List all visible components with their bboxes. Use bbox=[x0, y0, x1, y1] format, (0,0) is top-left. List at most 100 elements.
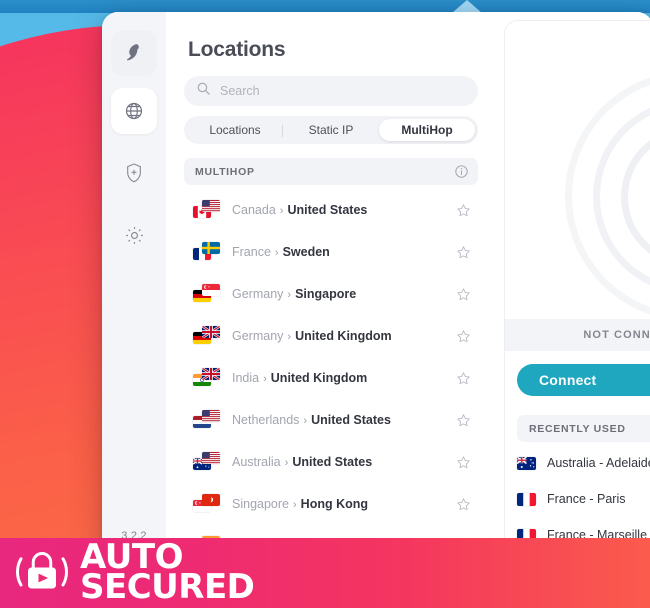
star-outline-icon[interactable] bbox=[456, 413, 471, 428]
route-label: Singapore › India bbox=[232, 539, 330, 553]
multihop-row[interactable]: Singapore › Hong Kong bbox=[184, 483, 478, 525]
recently-used-label: RECENTLY USED bbox=[529, 422, 626, 435]
flag-destination-united-kingdom bbox=[202, 326, 220, 338]
recently-used-list: Australia - Adelaide France - Paris France… bbox=[517, 445, 650, 549]
multihop-row[interactable]: France › Sweden bbox=[184, 231, 478, 273]
globe-icon bbox=[124, 101, 144, 121]
status-badge: NOT CONNECTED bbox=[583, 329, 650, 341]
route-source: Australia bbox=[232, 455, 281, 469]
route-destination: United States bbox=[287, 203, 368, 217]
recently-used-item-label: France - Marseille bbox=[547, 528, 648, 542]
locations-tabs: Locations Static IP MultiHop bbox=[184, 116, 478, 144]
route-source: India bbox=[232, 371, 260, 385]
flag-pair bbox=[193, 536, 223, 556]
route-destination: United States bbox=[311, 413, 391, 427]
chevron-right-icon: › bbox=[279, 205, 284, 217]
app-version: 3.2.2 bbox=[121, 530, 147, 542]
recently-used-item[interactable]: France - Paris bbox=[517, 481, 650, 517]
sidebar-item-app-logo[interactable] bbox=[111, 30, 157, 76]
chevron-right-icon: › bbox=[287, 289, 292, 301]
multihop-row[interactable]: Australia › United States bbox=[184, 441, 478, 483]
tab-multihop[interactable]: MultiHop bbox=[379, 119, 475, 141]
shield-plus-icon bbox=[124, 162, 144, 184]
surfshark-app-window: 3.2.2 Locations Locations Static IP Mult… bbox=[102, 12, 650, 558]
route-label: Singapore › Hong Kong bbox=[232, 497, 368, 511]
route-source: Singapore bbox=[232, 497, 289, 511]
route-destination: Singapore bbox=[295, 287, 357, 301]
route-label: Canada › United States bbox=[232, 203, 367, 217]
chevron-right-icon: › bbox=[274, 247, 279, 259]
route-destination: Sweden bbox=[282, 245, 330, 259]
chevron-right-icon: › bbox=[287, 331, 292, 343]
chevron-right-icon: › bbox=[303, 415, 308, 427]
chevron-right-icon: › bbox=[284, 457, 289, 469]
flag-destination-united-states bbox=[202, 200, 220, 212]
route-label: India › United Kingdom bbox=[232, 371, 367, 385]
star-outline-icon[interactable] bbox=[456, 539, 471, 554]
recently-used-item[interactable]: Australia - Adelaide bbox=[517, 445, 650, 481]
flag-destination-india bbox=[202, 536, 220, 548]
star-outline-icon[interactable] bbox=[456, 371, 471, 386]
surfshark-logo-icon bbox=[123, 42, 145, 64]
connection-hero-graphic bbox=[505, 21, 650, 321]
flag-pair bbox=[193, 284, 223, 304]
tab-locations[interactable]: Locations bbox=[187, 119, 283, 141]
recently-used-item[interactable]: France - Marseille bbox=[517, 517, 650, 549]
search-bar[interactable] bbox=[184, 76, 478, 106]
route-label: Netherlands › United States bbox=[232, 413, 391, 427]
route-label: Germany › United Kingdom bbox=[232, 329, 392, 343]
multihop-row[interactable]: Germany › United Kingdom bbox=[184, 315, 478, 357]
star-outline-icon[interactable] bbox=[456, 245, 471, 260]
flag-destination-united-kingdom bbox=[202, 368, 220, 380]
flag-destination-united-states bbox=[202, 410, 220, 422]
route-label: Australia › United States bbox=[232, 455, 372, 469]
star-outline-icon[interactable] bbox=[456, 287, 471, 302]
flag-au-icon bbox=[517, 456, 536, 470]
route-label: Germany › Singapore bbox=[232, 287, 356, 301]
route-destination: United Kingdom bbox=[295, 329, 392, 343]
flag-pair bbox=[193, 452, 223, 472]
multihop-row[interactable]: Singapore › India bbox=[184, 525, 478, 558]
sidebar-item-features[interactable] bbox=[111, 150, 157, 196]
route-label: France › Sweden bbox=[232, 245, 330, 259]
multihop-section-label: MULTIHOP bbox=[195, 165, 255, 178]
route-destination: United Kingdom bbox=[270, 371, 368, 385]
connect-button[interactable]: Connect bbox=[517, 364, 650, 396]
star-outline-icon[interactable] bbox=[456, 203, 471, 218]
route-source: Netherlands bbox=[232, 413, 300, 427]
route-source: Canada bbox=[232, 203, 276, 217]
page-title: Locations bbox=[188, 38, 286, 61]
route-source: Germany bbox=[232, 287, 284, 301]
flag-fr-icon bbox=[517, 492, 536, 506]
multihop-row[interactable]: Germany › Singapore bbox=[184, 273, 478, 315]
star-outline-icon[interactable] bbox=[456, 455, 471, 470]
route-source: France bbox=[232, 245, 271, 259]
connection-panel: NOT CONNECTED Connect RECENTLY USED Aust… bbox=[496, 12, 650, 558]
info-circle-icon[interactable] bbox=[454, 164, 469, 179]
flag-pair bbox=[193, 200, 223, 220]
route-destination: United States bbox=[292, 455, 373, 469]
tab-static-ip[interactable]: Static IP bbox=[283, 119, 379, 141]
flag-pair bbox=[193, 494, 223, 514]
star-outline-icon[interactable] bbox=[456, 497, 471, 512]
sidebar: 3.2.2 bbox=[102, 12, 166, 558]
search-input[interactable] bbox=[220, 84, 466, 98]
chevron-right-icon: › bbox=[293, 541, 297, 553]
flag-destination-singapore bbox=[202, 284, 220, 296]
sidebar-item-settings[interactable] bbox=[111, 212, 157, 258]
gear-icon bbox=[124, 225, 145, 246]
sidebar-item-locations[interactable] bbox=[111, 88, 157, 134]
recently-used-item-label: Australia - Adelaide bbox=[547, 456, 650, 470]
star-outline-icon[interactable] bbox=[456, 329, 471, 344]
chevron-right-icon: › bbox=[293, 499, 297, 511]
flag-destination-hong-kong bbox=[202, 494, 220, 506]
multihop-list: Canada › United States France › Sweden Germany… bbox=[184, 189, 478, 558]
recently-used-item-label: France - Paris bbox=[547, 492, 626, 506]
multihop-row[interactable]: Netherlands › United States bbox=[184, 399, 478, 441]
multihop-row[interactable]: India › United Kingdom bbox=[184, 357, 478, 399]
multihop-row[interactable]: Canada › United States bbox=[184, 189, 478, 231]
flag-fr-icon bbox=[517, 528, 536, 542]
route-source: Germany bbox=[232, 329, 284, 343]
multihop-section-header: MULTIHOP bbox=[184, 158, 478, 185]
connection-status-band: NOT CONNECTED bbox=[505, 319, 650, 351]
